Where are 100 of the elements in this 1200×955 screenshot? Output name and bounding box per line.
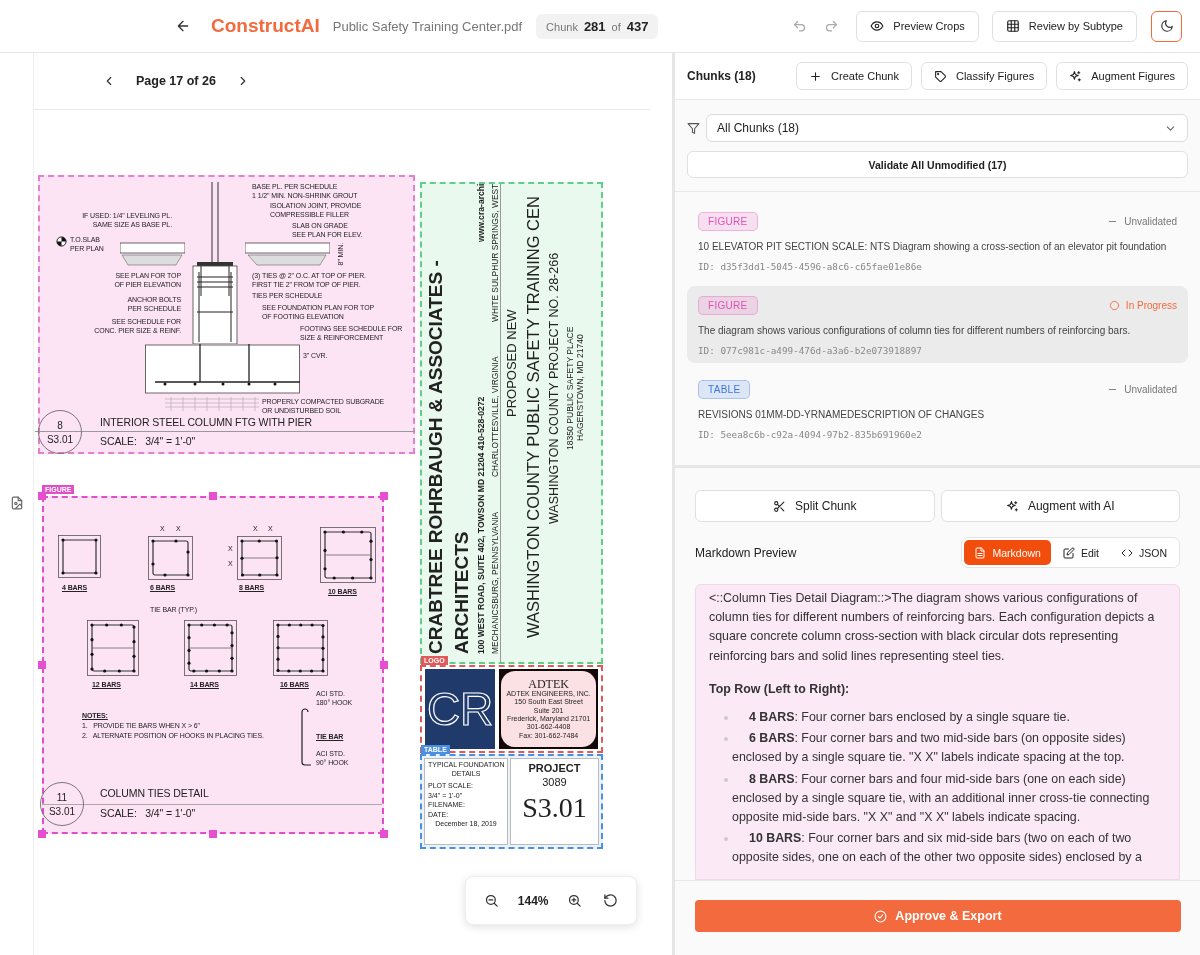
sheet-reference: S3.01 (46, 433, 74, 445)
augment-with-ai-button[interactable]: Augment with AI (940, 490, 1180, 522)
detail-title: INTERIOR STEEL COLUMN FTG WITH PIER (100, 416, 312, 428)
resize-handle[interactable] (38, 830, 46, 838)
undo-icon (792, 18, 808, 34)
zoom-in-icon (567, 893, 583, 908)
title-block-region[interactable] (420, 182, 603, 664)
preview-crops-button[interactable]: Preview Crops (856, 10, 979, 42)
firm-address: 100 WEST ROAD, SUITE 402, TOWSON MD 21204 410-528-0272 (476, 396, 487, 654)
column-section-drawing (184, 620, 237, 676)
chunk-label: Chunk (546, 20, 578, 33)
column-section-drawing (320, 527, 376, 583)
project-code: 3089 (542, 776, 567, 788)
detail-title: COLUMN TIES DETAIL (100, 787, 209, 799)
app-logo: ConstructAI (211, 15, 320, 37)
bullet-icon (724, 837, 728, 842)
preview-subheading: Top Row (Left to Right): (709, 680, 851, 698)
chunk-action-button[interactable]: Create Chunk (796, 62, 912, 90)
detail-scale: SCALE: 3/4" = 1'-0" (100, 807, 196, 819)
view-mode-tab[interactable]: JSON (1111, 540, 1177, 565)
plus-icon (809, 69, 823, 83)
chunk-card[interactable]: FIGURE Unvalidated 10 ELEVATOR PIT SECTION SCALE: NTS Diagram showing a cross-section of an elevator pit foundation ID: d35f3dd1-5045-4596-a8c6-c65fae01e86e (687, 202, 1188, 279)
file-image-icon (10, 496, 24, 510)
rotate-icon (602, 893, 618, 908)
list-item: 8 BARS: Four corner bars and four mid-side bars (one on each side) enclosed by a single square tie, with an additional inner cross-tie connecting opposite mid-side bars. "X X" and "X X" labels indicate spacing. (732, 770, 1151, 827)
theme-toggle-button[interactable] (1151, 10, 1182, 42)
sheet-reference: S3.01 (48, 805, 76, 817)
bullet-icon (724, 716, 728, 720)
filter-icon (687, 121, 700, 135)
tag-icon (934, 69, 947, 83)
undo-button[interactable] (792, 18, 808, 34)
firm-name: ARCHITECTS (451, 531, 473, 654)
chunk-type-badge: TABLE (698, 380, 751, 399)
column-section-drawing (58, 535, 101, 578)
column-section-drawing (148, 536, 193, 580)
view-mode-tab[interactable]: Markdown (964, 540, 1051, 565)
project-intro: PROPOSED NEW (504, 309, 520, 417)
chunk-of-label: of (611, 20, 621, 33)
bullet-icon (724, 777, 728, 782)
review-by-subtype-button[interactable]: Review by Subtype (991, 10, 1137, 42)
column-section-drawing (87, 620, 139, 676)
chunk-card[interactable]: TABLE Unvalidated REVISIONS 01MM-DD-YRNAMEDESCRIPTION OF CHANGES ID: 5eea8c6b-c92a-4094-97b2-835b691960e2 (687, 370, 1188, 447)
zoom-level: 144% (517, 893, 549, 908)
resize-handle[interactable] (38, 492, 46, 500)
back-arrow-icon (175, 18, 191, 34)
site-address: HAGERSTOWN, MD 21740 (575, 333, 585, 444)
preview-paragraph: <::Column Ties Detail Diagram::>The diagram shows various configurations of column ties for different numbers of reinforcing bars. Each configuration depicts a square concrete column cross-section with black circular dots representing reinforcing bars and solid lines representing steel ties. (709, 590, 1156, 665)
sparkle-icon (1005, 499, 1019, 513)
resize-handle[interactable] (209, 830, 217, 838)
chunk-description: 10 ELEVATOR PIT SECTION SCALE: NTS Diagram showing a cross-section of an elevator pit foundation (698, 240, 1168, 254)
chunk-status: Unvalidated (1124, 216, 1177, 227)
office-location: CHARLOTTESVILLE, VIRGINIA (490, 356, 500, 478)
redo-icon (824, 18, 840, 34)
project-name: WASHINGTON COUNTY PUBLIC SAFETY TRAINING CEN (523, 196, 543, 638)
chunk-id: ID: d35f3dd1-5045-4596-a8c6-c65fae01e86e (698, 261, 923, 272)
pencil-icon (1062, 546, 1075, 559)
chunk-id: ID: 5eea8c6b-c92a-4094-97b2-835b691960e2 (698, 429, 923, 440)
resize-handle[interactable] (380, 830, 388, 838)
detail-number: 8 (57, 419, 63, 431)
site-address: 18350 PUBLIC SAFETY PLACE (565, 325, 575, 452)
engineer-name: ADTEK (528, 677, 569, 690)
bullet-icon (724, 737, 728, 742)
detail-scale: SCALE: 3/4" = 1'-0" (100, 435, 196, 447)
chunk-status: Unvalidated (1124, 384, 1177, 395)
resize-handle[interactable] (380, 492, 388, 500)
document-icon (974, 546, 987, 559)
back-button[interactable] (175, 18, 191, 34)
eye-icon (870, 19, 885, 33)
chunk-card[interactable]: FIGURE In Progress The diagram shows various configurations of column ties for different numbers of reinforcing bars. ID: 077c981c-a499-476d-a3a6-b2e073918897 (687, 286, 1188, 363)
split-chunk-button[interactable]: Split Chunk (695, 490, 935, 522)
chunk-filter-dropdown[interactable]: All Chunks (18) (706, 114, 1188, 142)
sparkle-icon (1069, 69, 1083, 83)
chunk-action-button[interactable]: Classify Figures (921, 62, 1048, 90)
sheet-number: S3.01 (522, 792, 587, 824)
list-item: 6 BARS: Four corner bars and two mid-side bars (on opposite sides) enclosed by a single square tie. "X X" labels indicate spacing at the top. (732, 730, 1127, 767)
chunk-status: In Progress (1125, 300, 1177, 311)
chunk-description: The diagram shows various configurations of column ties for different numbers of reinforcing bars. (698, 324, 1132, 338)
chunk-type-badge: FIGURE (698, 212, 758, 231)
chunks-heading: Chunks (18) (687, 69, 757, 83)
file-name: Public Safety Training Center.pdf (332, 18, 523, 34)
column-section-drawing (237, 536, 282, 580)
list-item: 10 BARS: Four corner bars and six mid-side bars (two on each of two opposite sides, one on each of the other two opposite sides) enclosed by a (732, 830, 1143, 867)
chunk-current: 281 (583, 18, 606, 34)
office-location: WHITE SULPHUR SPRINGS, WEST (490, 184, 500, 323)
scissors-icon (773, 499, 787, 513)
detail-number: 11 (56, 791, 68, 803)
resize-handle[interactable] (380, 661, 388, 669)
resize-handle[interactable] (209, 492, 217, 500)
list-item: 4 BARS: Four corner bars enclosed by a single square tie. (748, 709, 1071, 726)
view-mode-tab[interactable]: Edit (1052, 540, 1109, 565)
project-label: PROJECT (528, 762, 581, 774)
selected-figure-region[interactable] (42, 496, 384, 834)
project-number: WASHINGTON COUNTY PROJECT NO. 28-266 (546, 252, 562, 524)
preview-heading: Markdown Preview (695, 545, 797, 560)
grid-icon (1005, 19, 1020, 33)
chunk-action-button[interactable]: Augment Figures (1056, 62, 1188, 90)
chunk-description: REVISIONS 01MM-DD-YRNAMEDESCRIPTION OF CHANGES (698, 408, 986, 422)
redo-button[interactable] (824, 18, 840, 34)
validate-all-button[interactable]: Validate All Unmodified (17) (687, 151, 1188, 178)
resize-handle[interactable] (38, 661, 46, 669)
